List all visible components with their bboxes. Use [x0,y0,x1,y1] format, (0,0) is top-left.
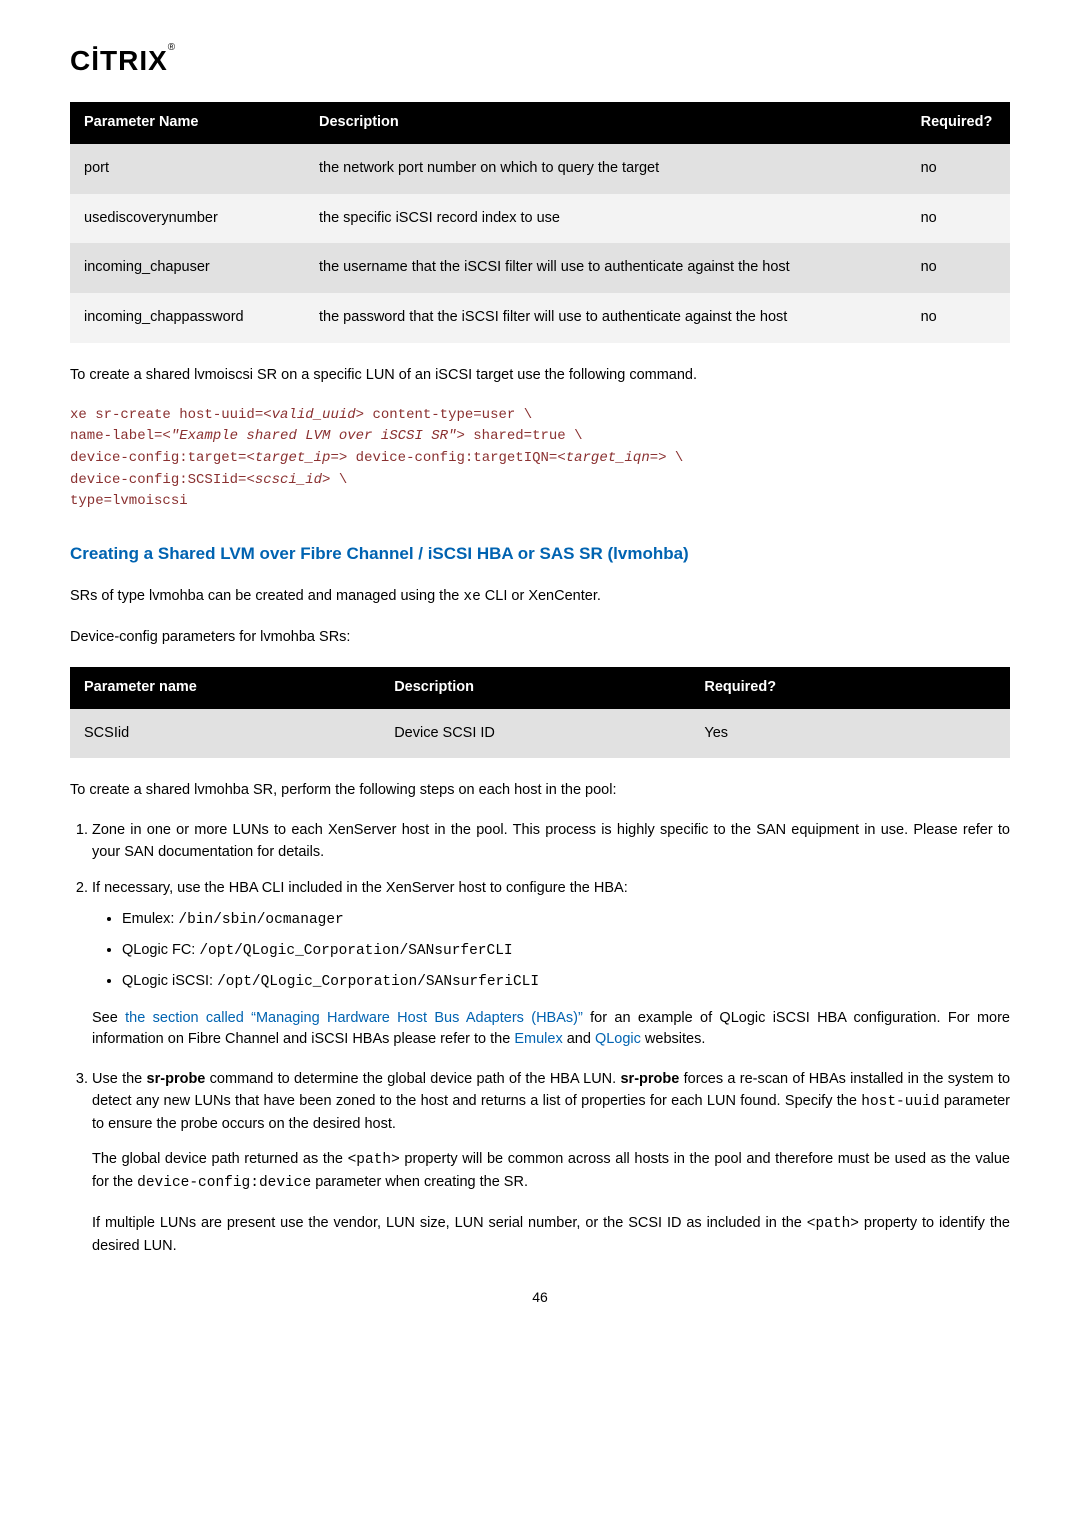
th-req: Required? [907,102,1010,144]
th-param: Parameter Name [70,102,305,144]
cell-param: port [70,144,305,194]
list-item: Emulex: /bin/sbin/ocmanager [122,909,1010,932]
list-item: Zone in one or more LUNs to each XenServ… [92,820,1010,864]
steps-list: Zone in one or more LUNs to each XenServ… [92,820,1010,1257]
paragraph-device-config: Device-config parameters for lvmohba SRs… [70,627,1010,649]
intro-paragraph-1: To create a shared lvmoiscsi SR on a spe… [70,365,1010,387]
cell-desc: the username that the iSCSI filter will … [305,243,907,293]
list-item: QLogic iSCSI: /opt/QLogic_Corporation/SA… [122,971,1010,994]
code-block-sr-create: xe sr-create host-uuid=<valid_uuid> cont… [70,405,1010,513]
page-number: 46 [70,1287,1010,1308]
th-desc: Description [380,667,690,709]
hba-cli-list: Emulex: /bin/sbin/ocmanager QLogic FC: /… [122,909,1010,993]
section-heading-lvmohba: Creating a Shared LVM over Fibre Channel… [70,541,1010,567]
paragraph-lvmohba-intro: SRs of type lvmohba can be created and m… [70,586,1010,609]
citrix-logo: CİTRIX® [70,40,1010,82]
cell-req: no [907,293,1010,343]
link-hba-section[interactable]: the section called “Managing Hardware Ho… [125,1010,583,1026]
table-row: usediscoverynumber the specific iSCSI re… [70,194,1010,244]
link-qlogic[interactable]: QLogic [595,1031,641,1047]
cell-desc: the specific iSCSI record index to use [305,194,907,244]
th-req: Required? [690,667,1010,709]
cell-param: incoming_chapuser [70,243,305,293]
list-item: If necessary, use the HBA CLI included i… [92,878,1010,1052]
global-device-path-paragraph: The global device path returned as the <… [92,1149,1010,1195]
cell-param: incoming_chappassword [70,293,305,343]
intro-steps: To create a shared lvmohba SR, perform t… [70,780,1010,802]
table-row: incoming_chapuser the username that the … [70,243,1010,293]
list-item: QLogic FC: /opt/QLogic_Corporation/SANsu… [122,940,1010,963]
parameter-table-2: Parameter name Description Required? SCS… [70,667,1010,759]
cell-desc: Device SCSI ID [380,709,690,759]
hba-see-paragraph: See the section called “Managing Hardwar… [92,1008,1010,1052]
cell-req: Yes [690,709,1010,759]
multiple-luns-paragraph: If multiple LUNs are present use the ven… [92,1213,1010,1258]
table-row: port the network port number on which to… [70,144,1010,194]
cell-desc: the password that the iSCSI filter will … [305,293,907,343]
list-item: Use the sr-probe command to determine th… [92,1069,1010,1257]
cell-req: no [907,243,1010,293]
th-desc: Description [305,102,907,144]
table-row: incoming_chappassword the password that … [70,293,1010,343]
link-emulex[interactable]: Emulex [514,1031,562,1047]
cell-desc: the network port number on which to quer… [305,144,907,194]
cell-param: SCSIid [70,709,380,759]
table-row: SCSIid Device SCSI ID Yes [70,709,1010,759]
parameter-table-1: Parameter Name Description Required? por… [70,102,1010,343]
cell-req: no [907,144,1010,194]
th-param: Parameter name [70,667,380,709]
cell-req: no [907,194,1010,244]
cell-param: usediscoverynumber [70,194,305,244]
